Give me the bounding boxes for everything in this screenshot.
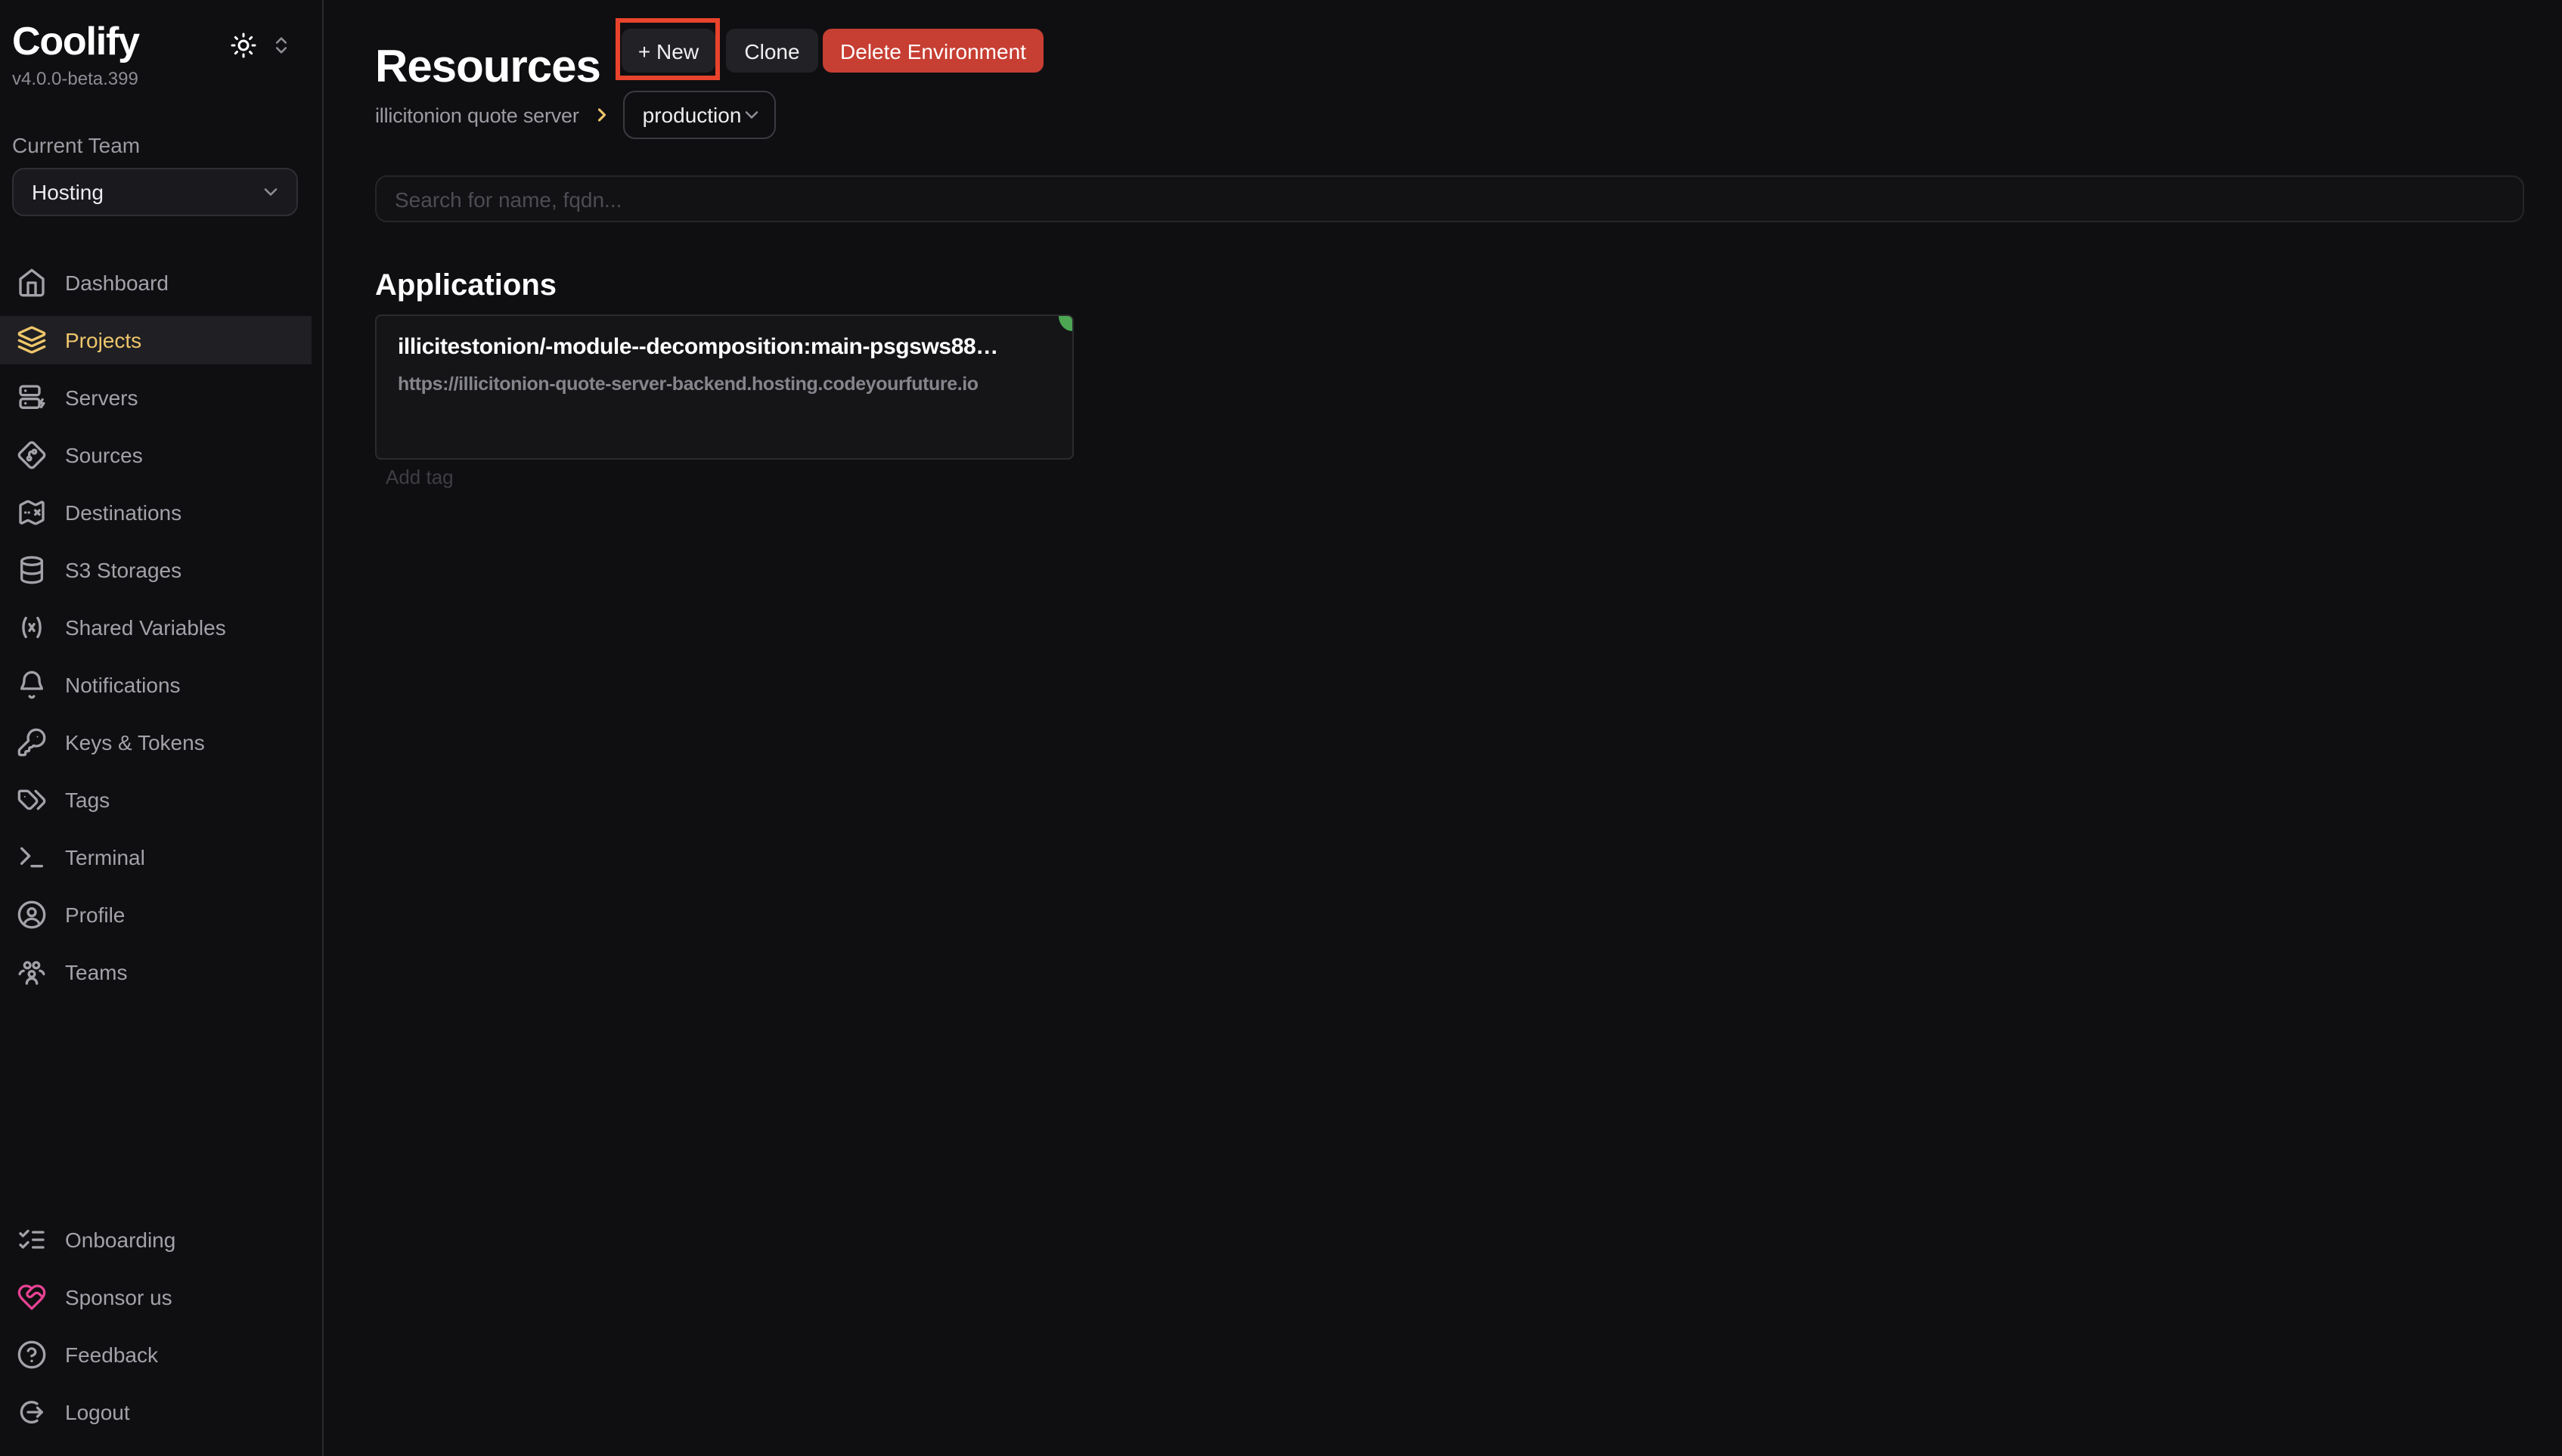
sidebar-item-feedback[interactable]: Feedback (0, 1326, 324, 1383)
sidebar-item-label: Onboarding (65, 1228, 175, 1252)
coolify-logo: Coolify (12, 18, 139, 65)
search-input[interactable] (375, 175, 2524, 222)
chevrons-up-down-icon (271, 35, 292, 56)
server-icon (17, 383, 47, 413)
sidebar-item-label: Logout (65, 1400, 130, 1424)
key-icon (17, 727, 47, 757)
status-indicator (1059, 316, 1072, 331)
page-title: Resources (375, 42, 600, 94)
application-card[interactable]: illicitestonion/-module--decomposition:m… (375, 314, 1074, 460)
new-button[interactable]: + New (622, 29, 715, 73)
sidebar-item-terminal[interactable]: Terminal (0, 829, 324, 886)
sidebar-item-label: Tags (65, 788, 110, 812)
tags-icon (17, 785, 47, 815)
team-select-value: Hosting (32, 180, 104, 204)
main-content: Resources + New Clone Delete Environment… (324, 0, 2562, 1456)
sidebar-item-profile[interactable]: Profile (0, 886, 324, 943)
sidebar-item-label: Sponsor us (65, 1285, 172, 1309)
sidebar-item-label: Projects (65, 328, 141, 352)
current-team-label: Current Team (12, 133, 140, 157)
sidebar-item-label: Profile (65, 903, 125, 927)
sidebar-item-shared-variables[interactable]: Shared Variables (0, 599, 324, 656)
map-icon (17, 497, 47, 528)
sidebar-nav: Dashboard Projects Servers Sources Desti… (0, 254, 324, 1001)
heart-handshake-icon (17, 1282, 47, 1312)
sidebar-item-sources[interactable]: Sources (0, 426, 324, 484)
delete-environment-button[interactable]: Delete Environment (823, 29, 1044, 73)
theme-toggle-button[interactable] (230, 32, 257, 59)
sun-icon (230, 32, 257, 59)
chevron-down-icon (260, 181, 281, 203)
help-circle-icon (17, 1340, 47, 1370)
sidebar: Coolify v4.0.0-beta.399 Current Team Hos… (0, 0, 324, 1456)
sidebar-item-keys-tokens[interactable]: Keys & Tokens (0, 714, 324, 771)
environment-select-value: production (643, 103, 742, 127)
git-source-icon (17, 440, 47, 470)
environment-select[interactable]: production (623, 91, 776, 139)
sidebar-item-destinations[interactable]: Destinations (0, 484, 324, 541)
chevron-right-icon (591, 104, 613, 125)
sidebar-item-label: Feedback (65, 1343, 158, 1367)
database-icon (17, 555, 47, 585)
sidebar-item-label: Keys & Tokens (65, 730, 205, 754)
team-select[interactable]: Hosting (12, 168, 298, 216)
sidebar-item-label: Notifications (65, 673, 181, 697)
bell-icon (17, 670, 47, 700)
sidebar-item-notifications[interactable]: Notifications (0, 656, 324, 714)
clone-button[interactable]: Clone (726, 29, 818, 73)
sidebar-item-tags[interactable]: Tags (0, 771, 324, 829)
checklist-icon (17, 1225, 47, 1255)
sidebar-item-label: S3 Storages (65, 558, 181, 582)
home-icon (17, 268, 47, 298)
application-card-title: illicitestonion/-module--decomposition:m… (398, 334, 1054, 360)
sidebar-footer-nav: Onboarding Sponsor us Feedback Logout (0, 1211, 324, 1441)
add-tag-button[interactable]: Add tag (386, 466, 454, 488)
application-card-url: https://illicitonion-quote-server-backen… (398, 373, 1063, 395)
sidebar-item-s3-storages[interactable]: S3 Storages (0, 541, 324, 599)
sidebar-item-projects[interactable]: Projects (0, 311, 324, 369)
layers-icon (17, 325, 47, 355)
sidebar-item-label: Shared Variables (65, 615, 226, 640)
sidebar-item-onboarding[interactable]: Onboarding (0, 1211, 324, 1269)
sidebar-item-label: Terminal (65, 845, 145, 869)
sidebar-item-servers[interactable]: Servers (0, 369, 324, 426)
users-icon (17, 957, 47, 987)
sidebar-item-label: Sources (65, 443, 143, 467)
chevron-down-icon (741, 104, 762, 125)
sidebar-item-label: Dashboard (65, 271, 169, 295)
sidebar-item-label: Destinations (65, 500, 181, 525)
user-circle-icon (17, 900, 47, 930)
sidebar-item-label: Servers (65, 386, 138, 410)
breadcrumb: illicitonion quote server production (375, 91, 776, 139)
version-text: v4.0.0-beta.399 (12, 68, 138, 89)
sidebar-item-dashboard[interactable]: Dashboard (0, 254, 324, 311)
sidebar-item-sponsor-us[interactable]: Sponsor us (0, 1269, 324, 1326)
sidebar-collapse-button[interactable] (271, 35, 292, 56)
coolify-app: Coolify v4.0.0-beta.399 Current Team Hos… (0, 0, 2562, 1456)
sidebar-item-label: Teams (65, 960, 127, 984)
sidebar-item-logout[interactable]: Logout (0, 1383, 324, 1441)
terminal-icon (17, 842, 47, 872)
logout-icon (17, 1397, 47, 1427)
sidebar-item-teams[interactable]: Teams (0, 943, 324, 1001)
variables-icon (17, 612, 47, 643)
applications-heading: Applications (375, 268, 557, 303)
breadcrumb-project-link[interactable]: illicitonion quote server (375, 104, 579, 126)
